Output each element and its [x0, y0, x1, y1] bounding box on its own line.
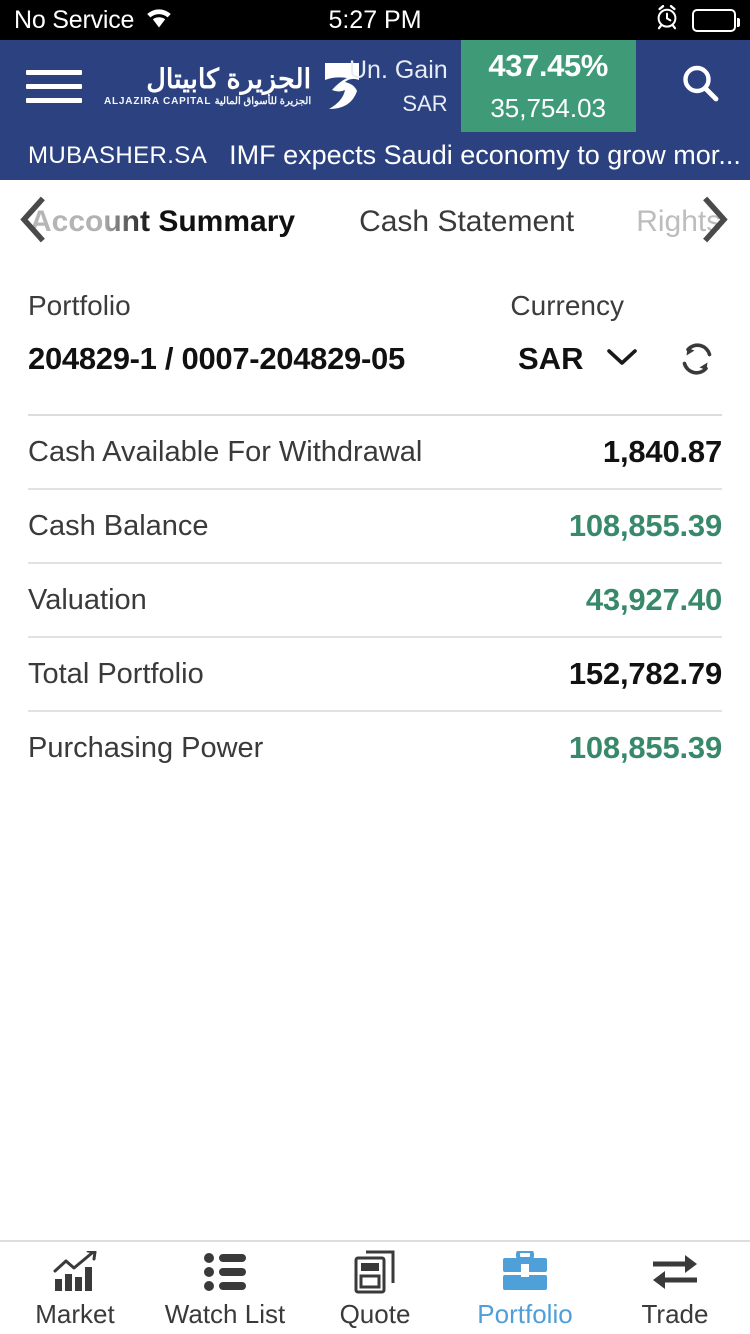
- gain-amount-value: 35,754.03: [490, 93, 606, 123]
- briefcase-icon: [501, 1250, 549, 1294]
- gain-percent-value: 437.45%: [488, 48, 608, 83]
- portfolio-account-value[interactable]: 204829-1 / 0007-204829-05: [28, 341, 514, 377]
- currency-value[interactable]: SAR: [518, 341, 583, 377]
- brand-name-arabic: الجزيرة كابيتال: [146, 63, 312, 94]
- ticker-headline: IMF expects Saudi economy to grow mor...: [229, 140, 741, 170]
- status-bar: No Service 5:27 PM: [0, 0, 750, 40]
- tab-cash-statement[interactable]: Cash Statement: [359, 205, 574, 239]
- portfolio-selector: Portfolio Currency 204829-1 / 0007-20482…: [0, 264, 750, 382]
- app-header: الجزيرة كابيتال ALJAZIRA CAPITAL الجزيرة…: [0, 40, 750, 132]
- brand-logo: الجزيرة كابيتال ALJAZIRA CAPITAL الجزيرة…: [104, 60, 363, 112]
- row-label: Cash Available For Withdrawal: [28, 435, 423, 468]
- market-chart-icon: [52, 1250, 98, 1294]
- ticker-source: MUBASHER.SA: [28, 141, 208, 169]
- row-value: 152,782.79: [568, 656, 722, 691]
- tab-scroll-container[interactable]: Account Summary Cash Statement Rights: [0, 205, 750, 239]
- row-label: Cash Balance: [28, 509, 209, 542]
- search-icon[interactable]: [678, 62, 722, 111]
- nav-item-quote[interactable]: Quote: [300, 1242, 450, 1334]
- row-value: 108,855.39: [568, 730, 722, 765]
- status-bar-left: No Service: [14, 6, 173, 35]
- row-label: Valuation: [28, 583, 147, 616]
- nav-item-portfolio[interactable]: Portfolio: [450, 1242, 600, 1334]
- account-summary-table: Cash Available For Withdrawal 1,840.87 C…: [0, 414, 750, 784]
- selector-headings: Portfolio Currency: [28, 290, 722, 322]
- nav-label: Trade: [641, 1298, 709, 1329]
- unrealized-gain-widget: Un. Gain SAR 437.45% 35,754.03: [349, 40, 636, 132]
- nav-label: Portfolio: [477, 1298, 573, 1329]
- tab-account-summary[interactable]: Account Summary: [30, 205, 295, 239]
- row-value: 108,855.39: [568, 508, 722, 543]
- row-label: Purchasing Power: [28, 731, 264, 764]
- chevron-down-icon[interactable]: [605, 346, 639, 373]
- news-ticker[interactable]: MUBASHER.SA IMF expects Saudi economy to…: [0, 132, 750, 180]
- table-row: Valuation 43,927.40: [28, 562, 722, 636]
- nav-item-trade[interactable]: Trade: [600, 1242, 750, 1334]
- alarm-clock-icon: [654, 4, 680, 37]
- bottom-navigation-bar: Market Watch List Quote Portfolio Trade: [0, 1240, 750, 1334]
- chevron-left-icon[interactable]: [16, 196, 50, 249]
- gain-currency-label: SAR: [402, 90, 448, 116]
- nav-label: Quote: [339, 1298, 411, 1329]
- tab-bar: Account Summary Cash Statement Rights: [0, 180, 750, 264]
- battery-icon: [692, 8, 740, 32]
- gain-labels: Un. Gain SAR: [349, 40, 461, 132]
- gain-value-badge: 437.45% 35,754.03: [460, 40, 636, 132]
- row-value: 43,927.40: [585, 582, 722, 617]
- quote-cards-icon: [353, 1250, 397, 1294]
- gain-label: Un. Gain: [349, 55, 448, 84]
- exchange-arrows-icon: [651, 1250, 699, 1294]
- brand-text: الجزيرة كابيتال ALJAZIRA CAPITAL الجزيرة…: [104, 63, 312, 108]
- nav-label: Market: [35, 1298, 115, 1329]
- nav-item-watch-list[interactable]: Watch List: [150, 1242, 300, 1334]
- table-row: Cash Available For Withdrawal 1,840.87: [28, 414, 722, 488]
- row-label: Total Portfolio: [28, 657, 204, 690]
- list-icon: [204, 1250, 246, 1294]
- nav-label: Watch List: [164, 1298, 286, 1329]
- carrier-label: No Service: [14, 5, 135, 34]
- selector-values: 204829-1 / 0007-204829-05 SAR: [28, 336, 722, 382]
- currency-field-label: Currency: [510, 290, 624, 321]
- refresh-sync-icon[interactable]: [674, 336, 722, 382]
- chevron-right-icon[interactable]: [698, 196, 732, 249]
- table-row: Total Portfolio 152,782.79: [28, 636, 722, 710]
- table-row: Cash Balance 108,855.39: [28, 488, 722, 562]
- portfolio-field-label: Portfolio: [28, 290, 131, 321]
- hamburger-menu-icon[interactable]: [26, 69, 82, 103]
- nav-item-market[interactable]: Market: [0, 1242, 150, 1334]
- row-value: 1,840.87: [602, 434, 722, 469]
- status-bar-right: [654, 4, 740, 37]
- wifi-icon: [145, 6, 173, 35]
- table-row: Purchasing Power 108,855.39: [28, 710, 722, 784]
- brand-subtitle: ALJAZIRA CAPITAL الجزيرة للأسواق المالية: [104, 96, 312, 108]
